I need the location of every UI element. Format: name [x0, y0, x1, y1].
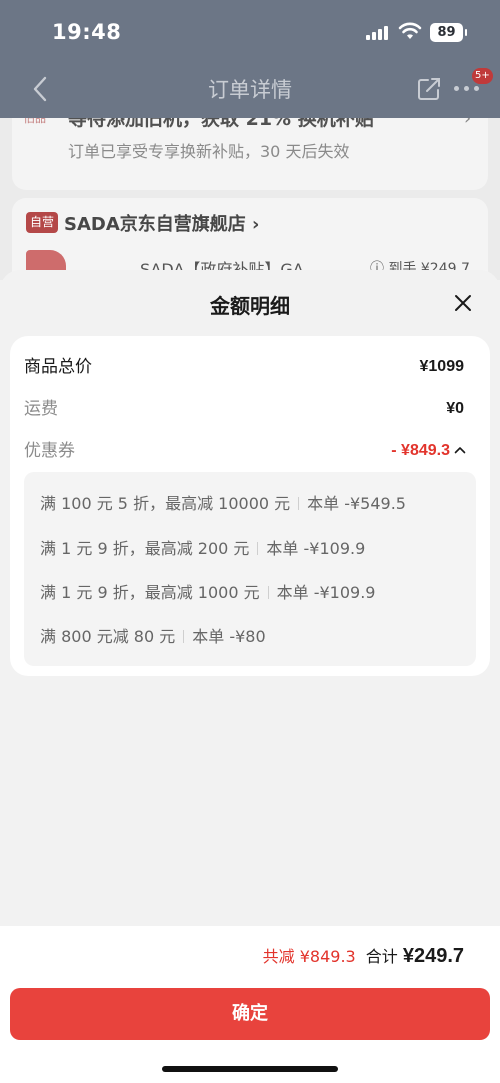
- list-item: 满 1 元 9 折，最高减 200 元本单 -¥109.9: [40, 537, 365, 561]
- home-indicator: [162, 1066, 338, 1072]
- coupon-detail-list: 满 100 元 5 折，最高减 10000 元本单 -¥549.5 满 1 元 …: [24, 472, 476, 666]
- nav-bar: 订单详情 5+: [0, 64, 500, 114]
- list-item: 满 1 元 9 折，最高减 1000 元本单 -¥109.9: [40, 581, 375, 605]
- close-icon[interactable]: [452, 292, 474, 314]
- sheet-title: 金额明细: [210, 294, 290, 318]
- shop-name: SADA京东自营旗舰店 ›: [64, 214, 260, 235]
- more-icon[interactable]: [454, 86, 482, 94]
- coupon-amount: 本单 -¥549.5: [307, 494, 406, 513]
- header: 19:48 89 订单详情 5+: [0, 0, 500, 118]
- status-time: 19:48: [52, 20, 122, 44]
- total-reduce: 共减 ¥849.3: [262, 947, 356, 966]
- list-item: 满 100 元 5 折，最高减 10000 元本单 -¥549.5: [40, 492, 406, 516]
- coupon-amount: 本单 -¥109.9: [266, 539, 366, 558]
- coupon-value: - ¥849.3: [391, 442, 450, 459]
- status-bar: 19:48 89: [0, 0, 500, 64]
- total-amount: ¥249.7: [402, 945, 464, 967]
- battery-icon: 89: [430, 23, 467, 42]
- coupon-amount: 本单 -¥80: [192, 627, 266, 646]
- promo-subtitle: 订单已享受专享换新补贴，30 天后失效: [68, 142, 350, 161]
- caret-up-icon[interactable]: [454, 446, 466, 454]
- coupon-amount: 本单 -¥109.9: [276, 583, 376, 602]
- list-item: 满 800 元减 80 元本单 -¥80: [40, 625, 266, 649]
- shipping-row: 运费 ¥0: [24, 395, 464, 423]
- coupon-rule: 满 100 元 5 折，最高减 10000 元: [40, 494, 291, 513]
- confirm-button[interactable]: 确定: [10, 988, 490, 1040]
- share-icon[interactable]: [416, 76, 442, 102]
- goods-total-value: ¥1099: [419, 358, 465, 375]
- coupon-rule: 满 1 元 9 折，最高减 200 元: [40, 539, 250, 558]
- coupon-row[interactable]: 优惠券 - ¥849.3: [24, 437, 466, 465]
- goods-total-label: 商品总价: [24, 357, 92, 377]
- self-operated-badge: 自营: [26, 212, 59, 233]
- total-label: 合计: [365, 947, 398, 966]
- goods-total-row: 商品总价 ¥1099: [24, 353, 464, 381]
- divider: [183, 630, 185, 643]
- coupon-rule: 满 800 元减 80 元: [40, 627, 176, 646]
- divider: [298, 497, 300, 510]
- summary-line: 共减 ¥849.3 合计 ¥249.7: [263, 942, 464, 970]
- divider: [257, 542, 259, 555]
- coupon-label: 优惠券: [24, 441, 75, 461]
- background-order-page: 旧品 等待添加旧机，获取 21% 换机补贴 › 订单已享受专享换新补贴，30 天…: [0, 0, 500, 280]
- shipping-value: ¥0: [446, 400, 464, 417]
- signal-icon: [366, 26, 390, 40]
- wifi-icon: [398, 22, 422, 39]
- summary-footer: 共减 ¥849.3 合计 ¥249.7 确定: [0, 926, 500, 1083]
- shipping-label: 运费: [24, 399, 58, 419]
- amount-detail-card: 商品总价 ¥1099 运费 ¥0 优惠券 - ¥849.3 满 100 元 5 …: [10, 336, 490, 676]
- message-badge: 5+: [472, 68, 493, 84]
- coupon-rule: 满 1 元 9 折，最高减 1000 元: [40, 583, 260, 602]
- divider: [267, 586, 269, 599]
